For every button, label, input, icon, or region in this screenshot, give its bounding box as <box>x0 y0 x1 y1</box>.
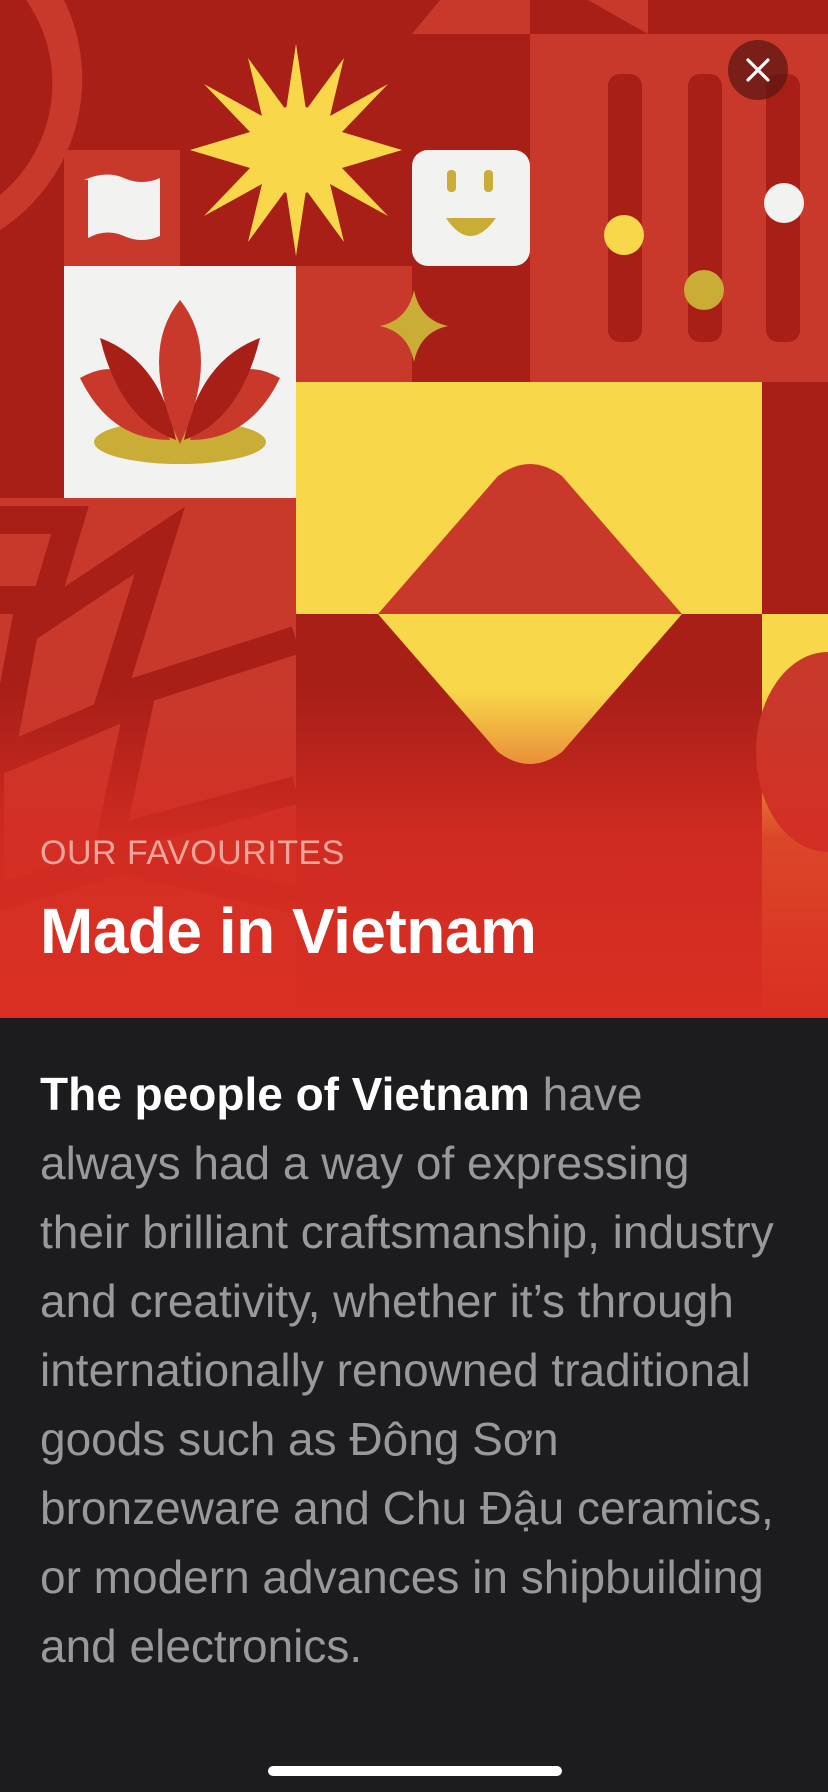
story-eyebrow: OUR FAVOURITES <box>40 834 345 872</box>
hero-artwork: OUR FAVOURITES Made in Vietnam <box>0 0 828 1018</box>
story-page: OUR FAVOURITES Made in Vietnam The peopl… <box>0 0 828 1792</box>
story-body: The people of Vietnam have always had a … <box>40 1060 790 1681</box>
story-body-lead: The people of Vietnam <box>40 1068 530 1120</box>
home-indicator[interactable] <box>268 1766 562 1776</box>
smiley-icon <box>412 150 530 266</box>
close-button[interactable] <box>728 40 788 100</box>
close-icon <box>746 58 770 82</box>
slider-icon <box>530 34 828 382</box>
lotus-icon <box>64 266 296 498</box>
story-title: Made in Vietnam <box>40 895 537 967</box>
story-body-text: have always had a way of expressing thei… <box>40 1068 774 1672</box>
flag-icon <box>64 150 180 266</box>
